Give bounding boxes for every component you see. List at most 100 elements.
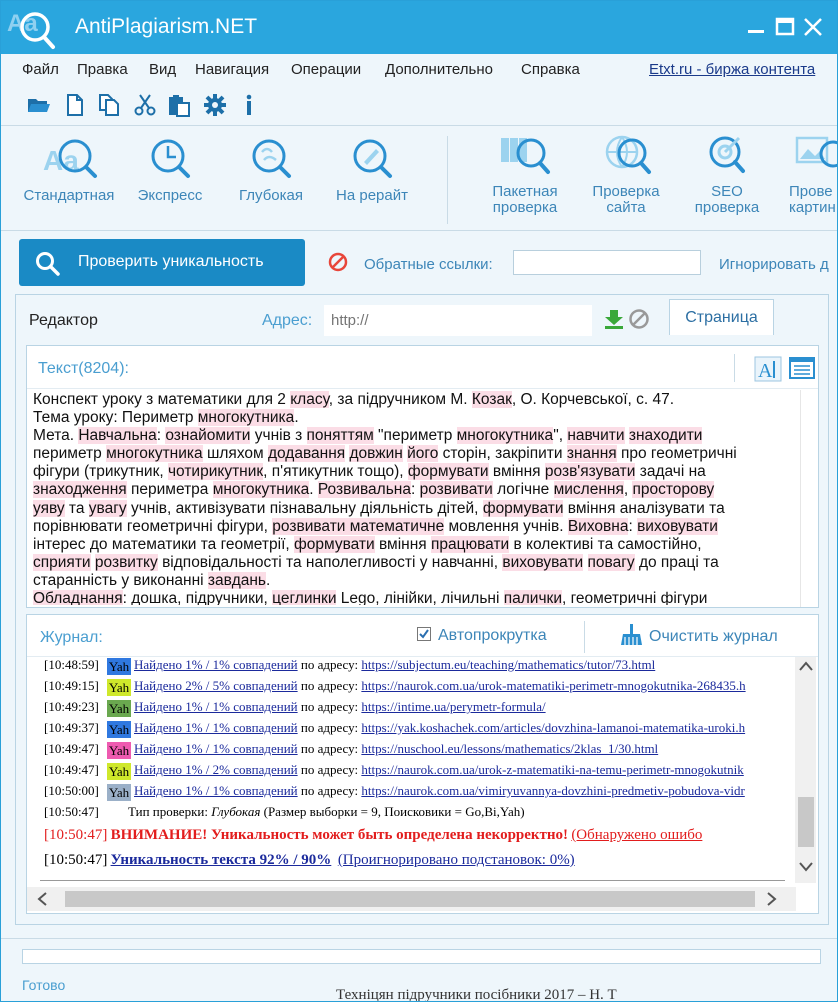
tab-page[interactable]: Страница — [669, 299, 774, 335]
found-link[interactable]: Найдено 2% / 5% совпадений — [134, 678, 298, 693]
found-link[interactable]: Найдено 1% / 2% совпадений — [134, 762, 298, 777]
source-url[interactable]: https://yak.koshachek.com/articles/dovzh… — [361, 720, 745, 735]
mode-deep-button[interactable]: Глубокая — [229, 132, 313, 204]
autoscroll-checkbox[interactable] — [417, 627, 431, 641]
seo-target-icon — [709, 136, 745, 173]
scroll-down-icon[interactable] — [799, 862, 813, 872]
etxt-link[interactable]: Etxt.ru - биржа контента — [649, 61, 815, 78]
journal-panel: Журнал: Автопрокрутка Очистить журнал [1… — [26, 614, 819, 914]
background-window-text: Техніцян підручники посібники 2017 – Н. … — [336, 987, 617, 1002]
mode-rewrite-button[interactable]: На рерайт — [327, 132, 417, 204]
paste-icon[interactable] — [167, 93, 191, 117]
address-input[interactable] — [324, 305, 592, 336]
menu-help[interactable]: Справка — [521, 61, 580, 78]
source-url[interactable]: https://naurok.com.ua/urok-matematiki-pe… — [361, 678, 745, 693]
progress-bar — [22, 949, 821, 964]
menu-additional[interactable]: Дополнительно — [385, 61, 493, 78]
journal-row: [10:49:47] Yah Найдено 1% / 2% совпадений … — [44, 762, 744, 782]
cut-icon[interactable] — [133, 93, 157, 117]
menu-operations[interactable]: Операции — [291, 61, 361, 78]
journal-row: [10:49:47] Yah Найдено 1% / 1% совпадений … — [44, 741, 658, 761]
express-clock-icon — [151, 139, 190, 178]
engine-badge: Yah — [107, 720, 131, 738]
journal-horizontal-scrollbar[interactable] — [27, 887, 796, 911]
menu-view[interactable]: Вид — [149, 61, 176, 78]
found-link[interactable]: Найдено 1% / 1% совпадений — [134, 657, 298, 672]
journal-row: [10:48:59] Yah Найдено 1% / 1% совпадений … — [44, 657, 655, 677]
log-via: по адресу: — [300, 720, 359, 735]
open-folder-icon[interactable] — [27, 93, 51, 117]
engine-badge: Yah — [107, 783, 131, 801]
site-check-button[interactable]: Проверка сайта — [583, 132, 669, 216]
document-text[interactable]: Конспект уроку з математики для 2 класу,… — [33, 391, 799, 605]
broom-icon[interactable] — [619, 623, 643, 647]
scroll-up-icon[interactable] — [799, 661, 813, 671]
menu-edit[interactable]: Правка — [77, 61, 128, 78]
source-url[interactable]: https://naurok.com.ua/vimiryuvannya-dovz… — [361, 783, 744, 798]
batch-check-icon — [501, 138, 550, 174]
journal-row: [10:49:15] Yah Найдено 2% / 5% совпадений … — [44, 678, 746, 698]
title-bar: Aa AntiPlagiarism.NET — [1, 1, 837, 54]
copy-icon[interactable] — [97, 93, 121, 117]
log-via: по адресу: — [300, 678, 359, 693]
site-check-label-2: сайта — [606, 199, 646, 216]
engine-badge: Yah — [107, 678, 131, 696]
standard-check-icon: Aa — [43, 139, 97, 178]
scroll-right-icon[interactable] — [767, 892, 777, 906]
uniqueness-row: [10:50:47] Уникальность текста 92% / 90%… — [44, 852, 575, 872]
rewrite-pen-icon — [353, 139, 392, 178]
clear-journal-button[interactable]: Очистить журнал — [649, 628, 778, 646]
source-url[interactable]: https://nuschool.eu/lessons/mathematics/… — [361, 741, 658, 756]
seo-check-label-2: проверка — [694, 199, 760, 216]
download-icon[interactable] — [603, 308, 625, 330]
image-check-icon — [795, 136, 837, 168]
uniqueness-result[interactable]: Уникальность текста 92% / 90% — [111, 852, 332, 868]
minimize-icon[interactable] — [745, 15, 769, 39]
info-icon[interactable] — [237, 93, 261, 117]
scroll-left-icon[interactable] — [37, 892, 47, 906]
journal-vertical-scrollbar[interactable] — [795, 657, 816, 883]
source-url[interactable]: https://subjectum.eu/teaching/mathematic… — [361, 657, 655, 672]
backlinks-label: Обратные ссылки: — [364, 256, 493, 273]
menu-navigation[interactable]: Навигация — [195, 61, 269, 78]
text-editor-box: Текст(8204): A Конспект уроку з математи… — [26, 345, 819, 608]
autoscroll-label[interactable]: Автопрокрутка — [438, 627, 547, 645]
mode-standard-button[interactable]: Aa Стандартная — [20, 132, 118, 204]
found-link[interactable]: Найдено 1% / 1% совпадений — [134, 741, 298, 756]
site-globe-icon — [605, 135, 651, 174]
gear-icon[interactable] — [203, 93, 227, 117]
menu-file[interactable]: Файл — [22, 61, 59, 78]
found-link[interactable]: Найдено 1% / 1% совпадений — [134, 783, 298, 798]
new-file-icon[interactable] — [63, 93, 87, 117]
seo-check-button[interactable]: SEO проверка — [685, 132, 769, 216]
log-time: [10:48:59] — [44, 657, 99, 672]
mode-rewrite-label: На рерайт — [336, 187, 408, 204]
ignored-substitutions[interactable]: (Проигнорировано подстановок: 0%) — [338, 852, 575, 868]
check-type-details: (Размер выборки = 9, Поисковики = Go,Bi,… — [263, 804, 525, 819]
text-scrollbar[interactable] — [800, 390, 818, 607]
check-uniqueness-button[interactable]: Проверить уникальность — [19, 239, 305, 286]
warning-details-link[interactable]: (Обнаружено ошибо — [571, 827, 702, 843]
source-url[interactable]: https://naurok.com.ua/urok-z-matematiki-… — [361, 762, 743, 777]
image-check-button[interactable]: Прове картин — [789, 132, 837, 216]
close-icon[interactable] — [801, 15, 825, 39]
maximize-icon[interactable] — [773, 15, 797, 39]
engine-badge: Yah — [107, 741, 131, 759]
source-url[interactable]: https://intime.ua/perymetr-formula/ — [361, 699, 545, 714]
mode-express-button[interactable]: Экспресс — [129, 132, 211, 204]
mode-standard-label: Стандартная — [23, 187, 115, 204]
batch-check-label-1: Пакетная — [492, 183, 558, 200]
found-link[interactable]: Найдено 1% / 1% совпадений — [134, 699, 298, 714]
cancel-icon[interactable] — [628, 308, 650, 330]
app-window: Aa AntiPlagiarism.NET Файл Правка Вид На… — [0, 0, 838, 1002]
journal-hscroll-thumb[interactable] — [65, 891, 755, 907]
backlinks-input[interactable] — [513, 250, 701, 275]
no-entry-icon[interactable] — [328, 252, 348, 272]
batch-check-button[interactable]: Пакетная проверка — [483, 132, 567, 216]
app-logo-icon: Aa — [7, 10, 55, 49]
list-view-icon[interactable] — [789, 357, 815, 379]
log-time: [10:49:37] — [44, 720, 99, 735]
font-format-icon[interactable]: A — [754, 356, 782, 382]
journal-scroll-thumb[interactable] — [798, 797, 814, 847]
found-link[interactable]: Найдено 1% / 1% совпадений — [134, 720, 298, 735]
